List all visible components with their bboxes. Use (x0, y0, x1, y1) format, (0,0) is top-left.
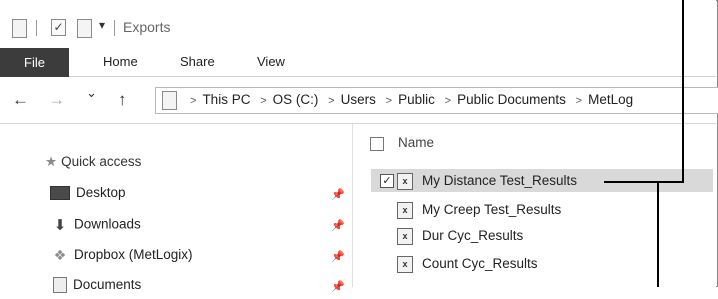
chevron-right-icon: > (328, 95, 335, 107)
tab-view[interactable]: View (257, 48, 285, 76)
select-all-checkbox[interactable] (370, 137, 384, 151)
location-icon (162, 91, 177, 110)
tab-share[interactable]: Share (180, 48, 215, 76)
navigation-bar: ← → ⌄ ↑ > This PC > OS (C:) > Users > Public… (0, 77, 718, 124)
chevron-right-icon: > (385, 95, 393, 107)
breadcrumb: > This PC > OS (C:) > Users > Public > Public… (184, 92, 633, 107)
title-bar: ✓ ▾ Exports (0, 0, 716, 48)
list-item[interactable]: x Dur Cyc_Results (371, 224, 713, 247)
quick-access-header[interactable]: ★ Quick access (45, 154, 141, 170)
callout-line (657, 181, 659, 287)
excel-file-icon: x (397, 173, 413, 190)
file-name: Count Cyc_Results (422, 256, 538, 271)
documents-icon (53, 277, 67, 294)
excel-file-icon: x (397, 202, 413, 219)
star-icon: ★ (45, 154, 58, 169)
back-arrow-icon[interactable]: ← (12, 90, 29, 110)
quick-access-label: Quick access (61, 154, 142, 169)
chevron-right-icon: > (260, 95, 267, 107)
desktop-icon (50, 186, 70, 201)
breadcrumb-item[interactable]: Users (341, 92, 376, 107)
pin-icon[interactable]: 📌 (331, 188, 345, 201)
pin-icon[interactable]: 📌 (331, 250, 345, 263)
pin-icon[interactable]: 📌 (331, 219, 345, 232)
sidebar-item-documents[interactable]: Documents (50, 277, 141, 299)
sidebar-item-label: Desktop (76, 185, 126, 200)
toolbar-divider (36, 20, 37, 36)
download-arrow-icon: ⬇ (53, 217, 67, 234)
chevron-right-icon: > (575, 95, 583, 107)
ribbon-tabs: File Home Share View (0, 48, 716, 77)
recent-locations-icon[interactable]: ⌄ (86, 85, 97, 101)
breadcrumb-item[interactable]: OS (C:) (273, 92, 319, 107)
navigation-pane: ★ Quick access Desktop 📌 ⬇ Downloads 📌 ❖ Dr… (0, 124, 353, 294)
file-name: My Distance Test_Results (422, 173, 578, 188)
file-name: Dur Cyc_Results (422, 228, 524, 243)
sidebar-item-downloads[interactable]: ⬇ Downloads (50, 216, 141, 238)
tab-home[interactable]: Home (103, 48, 138, 76)
dropbox-icon: ❖ (53, 247, 67, 263)
forward-arrow-icon[interactable]: → (48, 90, 65, 110)
address-bar[interactable]: > This PC > OS (C:) > Users > Public > Public… (155, 87, 718, 114)
properties-icon[interactable] (12, 19, 27, 38)
excel-file-icon: x (397, 256, 413, 273)
list-item[interactable]: x Count Cyc_Results (371, 252, 713, 275)
breadcrumb-item[interactable]: Public Documents (457, 92, 566, 107)
chevron-right-icon: > (190, 95, 197, 107)
new-folder-icon[interactable] (77, 19, 92, 38)
checkbox-toggle-icon[interactable]: ✓ (51, 19, 66, 36)
sidebar-item-dropbox[interactable]: ❖ Dropbox (MetLogix) (50, 247, 193, 269)
customize-quick-access-icon[interactable]: ▾ (99, 18, 105, 32)
column-header-name[interactable]: Name (398, 135, 434, 150)
sidebar-item-label: Documents (73, 277, 142, 292)
toolbar-divider (114, 20, 115, 36)
breadcrumb-item[interactable]: This PC (202, 92, 250, 107)
file-checkbox[interactable]: ✓ (380, 174, 394, 188)
chevron-right-icon: > (444, 95, 452, 107)
up-arrow-icon[interactable]: ↑ (118, 90, 127, 110)
list-item[interactable]: x My Creep Test_Results (371, 198, 713, 221)
sidebar-item-label: Dropbox (MetLogix) (74, 247, 193, 263)
file-list: Name ✓ x My Distance Test_Results x My C… (353, 124, 716, 287)
tab-file[interactable]: File (0, 48, 69, 77)
callout-line (604, 181, 684, 183)
window-title: Exports (123, 19, 171, 35)
sidebar-item-desktop[interactable]: Desktop (50, 185, 126, 207)
callout-line (682, 0, 684, 182)
excel-file-icon: x (397, 228, 413, 245)
file-name: My Creep Test_Results (422, 202, 562, 217)
breadcrumb-item[interactable]: MetLog (588, 92, 633, 107)
sidebar-item-label: Downloads (74, 216, 141, 232)
breadcrumb-item[interactable]: Public (398, 92, 435, 107)
